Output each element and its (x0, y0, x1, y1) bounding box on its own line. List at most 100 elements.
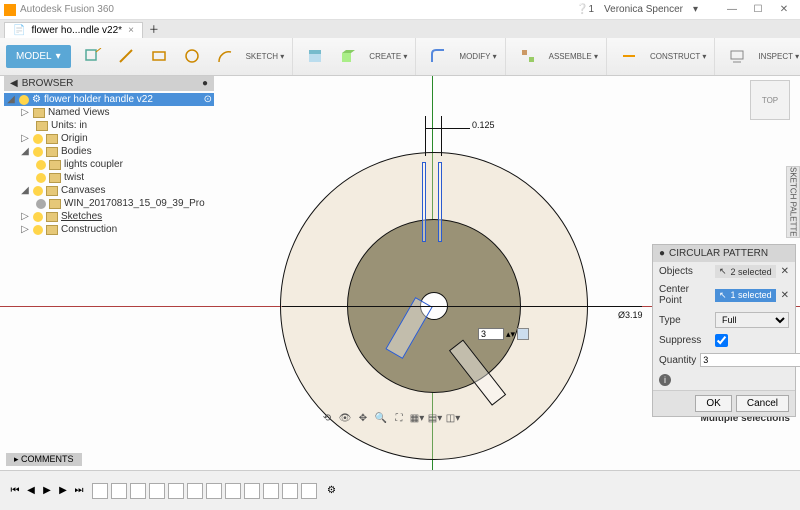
extrude-tool[interactable] (299, 38, 331, 74)
timeline-feature[interactable] (111, 483, 127, 499)
timeline-fwd-icon[interactable]: ▶ (56, 484, 70, 498)
tree-sketches[interactable]: ▷Sketches (4, 210, 214, 223)
clear-objects-icon[interactable]: ✕ (781, 266, 789, 277)
dim-extension (441, 116, 442, 156)
new-tab-button[interactable]: ＋ (143, 19, 165, 38)
tree-root[interactable]: ◢⚙flower holder handle v22⊙ (4, 93, 214, 106)
clear-center-icon[interactable]: ✕ (781, 290, 789, 301)
center-label: Center Point (659, 284, 711, 306)
look-icon[interactable]: 👁 (338, 412, 352, 426)
line-tool[interactable] (110, 38, 142, 74)
help-badge[interactable]: ❔1 (576, 4, 594, 15)
tab-label: flower ho...ndle v22* (31, 25, 122, 36)
sketch-dropdown[interactable]: SKETCH ▾ (242, 38, 289, 74)
sketch-palette-tab[interactable]: SKETCH PALETTE (786, 166, 800, 238)
grid-dropdown-icon[interactable]: ▤▾ (428, 412, 442, 426)
tree-body[interactable]: lights coupler (4, 158, 214, 171)
sketch-tool[interactable] (77, 38, 109, 74)
timeline-feature[interactable] (263, 483, 279, 499)
maximize-button[interactable]: ☐ (746, 2, 770, 18)
construct-tool[interactable] (613, 38, 645, 74)
document-tab[interactable]: 📄 flower ho...ndle v22* × (4, 22, 143, 38)
timeline-feature[interactable] (130, 483, 146, 499)
center-selector[interactable]: ↖ 1 selected (715, 289, 776, 302)
slot-profile[interactable] (438, 162, 442, 242)
assemble-tool[interactable] (512, 38, 544, 74)
tree-named-views[interactable]: ▷Named Views (4, 106, 214, 119)
type-select[interactable]: Full (715, 312, 789, 328)
timeline-settings-icon[interactable]: ⚙ (327, 485, 336, 496)
timeline-bar: ⏮ ◀ ▶ ▶ ⏭ ⚙ (0, 470, 800, 510)
timeline-feature[interactable] (187, 483, 203, 499)
dim-diameter-value[interactable]: Ø3.19 (616, 310, 645, 320)
minimize-button[interactable]: — (720, 2, 744, 18)
pan-icon[interactable]: ✥ (356, 412, 370, 426)
info-icon[interactable]: i (659, 374, 671, 386)
main-toolbar: MODEL▾ SKETCH ▾ CREATE ▾ MODIFY ▾ ASSEMB… (0, 38, 800, 76)
comments-bar[interactable]: ▸ COMMENTS (6, 453, 82, 466)
panel-header[interactable]: ●CIRCULAR PATTERN (653, 245, 795, 262)
timeline-feature[interactable] (149, 483, 165, 499)
timeline-feature[interactable] (168, 483, 184, 499)
user-name[interactable]: Veronica Spencer (604, 4, 683, 15)
tree-bodies[interactable]: ◢Bodies (4, 145, 214, 158)
arc-tool[interactable] (209, 38, 241, 74)
fillet-tool[interactable] (422, 38, 454, 74)
timeline-end-icon[interactable]: ⏭ (72, 484, 86, 498)
view-nav-toolbar: ⟲ 👁 ✥ 🔍 ⛶ ▦▾ ▤▾ ◫▾ (320, 411, 460, 426)
zoom-icon[interactable]: 🔍 (374, 412, 388, 426)
dim-diameter-line (282, 306, 642, 307)
browser-tree: ◢⚙flower holder handle v22⊙ ▷Named Views… (4, 91, 214, 238)
tree-units[interactable]: Units: in (4, 119, 214, 132)
quantity-input[interactable] (700, 353, 800, 367)
box-tool[interactable] (332, 38, 364, 74)
fit-icon[interactable]: ⛶ (392, 412, 406, 426)
timeline-back-icon[interactable]: ◀ (24, 484, 38, 498)
app-title: Autodesk Fusion 360 (20, 4, 576, 15)
pattern-qty-popup[interactable]: ▴▾ (478, 328, 529, 340)
slot-profile[interactable] (422, 162, 426, 242)
inspect-tool[interactable] (721, 38, 753, 74)
tree-origin[interactable]: ▷Origin (4, 132, 214, 145)
construct-dropdown[interactable]: CONSTRUCT ▾ (646, 38, 710, 74)
assemble-dropdown[interactable]: ASSEMBLE ▾ (545, 38, 602, 74)
circle-tool[interactable] (176, 38, 208, 74)
objects-selector[interactable]: ↖ 2 selected (715, 265, 776, 278)
dim-width-value[interactable]: 0.125 (470, 120, 497, 130)
tree-canvas-item[interactable]: WIN_20170813_15_09_39_Pro (4, 197, 214, 210)
timeline-play-icon[interactable]: ▶ (40, 484, 54, 498)
inspect-dropdown[interactable]: INSPECT ▾ (754, 38, 800, 74)
timeline-feature[interactable] (92, 483, 108, 499)
tree-canvases[interactable]: ◢Canvases (4, 184, 214, 197)
app-logo-icon (4, 4, 16, 16)
objects-label: Objects (659, 266, 711, 277)
modify-dropdown[interactable]: MODIFY ▾ (455, 38, 500, 74)
timeline-feature[interactable] (282, 483, 298, 499)
close-button[interactable]: ✕ (772, 2, 796, 18)
workspace-switcher[interactable]: MODEL▾ (6, 45, 71, 68)
create-dropdown[interactable]: CREATE ▾ (365, 38, 411, 74)
user-dropdown-icon[interactable]: ▾ (693, 4, 698, 15)
rect-tool[interactable] (143, 38, 175, 74)
suppress-checkbox[interactable] (715, 334, 728, 347)
timeline-feature[interactable] (244, 483, 260, 499)
browser-header[interactable]: ◀BROWSER● (4, 76, 214, 91)
quantity-label: Quantity (659, 355, 696, 366)
suppress-label: Suppress (659, 335, 711, 346)
ok-button[interactable]: OK (695, 395, 731, 412)
timeline-start-icon[interactable]: ⏮ (8, 484, 22, 498)
pattern-qty-input[interactable] (478, 328, 504, 340)
timeline-feature[interactable] (206, 483, 222, 499)
tree-body[interactable]: twist (4, 171, 214, 184)
dim-extension (425, 116, 426, 156)
viewcube[interactable]: TOP (750, 80, 790, 120)
tree-construction[interactable]: ▷Construction (4, 223, 214, 236)
display-dropdown-icon[interactable]: ▦▾ (410, 412, 424, 426)
timeline-feature[interactable] (301, 483, 317, 499)
timeline-feature[interactable] (225, 483, 241, 499)
orbit-icon[interactable]: ⟲ (320, 412, 334, 426)
cancel-button[interactable]: Cancel (736, 395, 789, 412)
tab-close-icon[interactable]: × (128, 25, 134, 36)
viewport-dropdown-icon[interactable]: ◫▾ (446, 412, 460, 426)
circular-pattern-panel: ●CIRCULAR PATTERN Objects ↖ 2 selected ✕… (652, 244, 796, 417)
